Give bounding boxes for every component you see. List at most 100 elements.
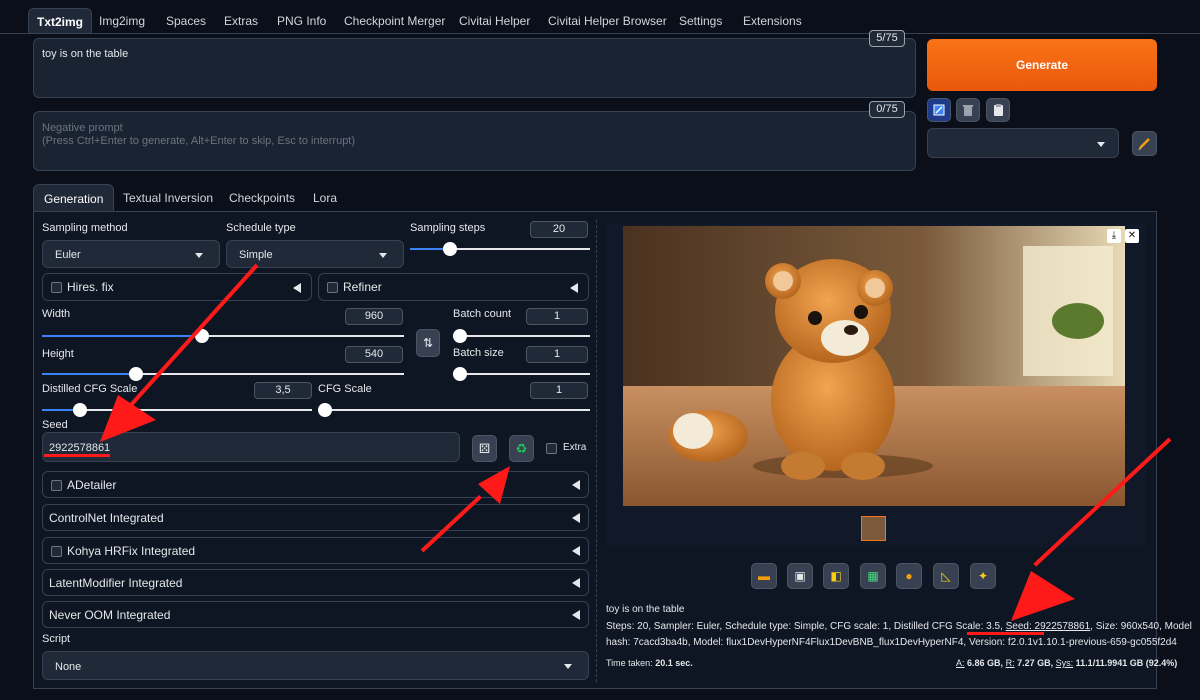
controlnet-label: ControlNet Integrated: [49, 511, 164, 525]
tab-checkpoint-merger[interactable]: Checkpoint Merger: [344, 8, 445, 34]
tab-civitai-helper[interactable]: Civitai Helper: [459, 8, 530, 34]
paste-button[interactable]: [986, 98, 1010, 122]
triangle-ruler-icon: ◺: [941, 569, 951, 583]
swap-dimensions-button[interactable]: ⇅: [416, 329, 440, 357]
sampling-method-value: Euler: [55, 249, 81, 261]
generate-button[interactable]: Generate: [927, 39, 1157, 91]
tab-img2img[interactable]: Img2img: [99, 8, 145, 34]
chevron-down-icon: [195, 253, 203, 258]
distilled-cfg-input[interactable]: 3,5: [254, 382, 312, 399]
refiner-checkbox[interactable]: [327, 282, 338, 293]
subtab-generation[interactable]: Generation: [33, 184, 115, 212]
clear-prompt-button[interactable]: [956, 98, 980, 122]
collapse-arrow-icon: [572, 513, 580, 523]
archive-icon: ◧: [830, 569, 842, 583]
cfg-scale-input[interactable]: 1: [530, 382, 588, 399]
slider-thumb[interactable]: [129, 367, 143, 381]
pencil-square-icon: [933, 104, 945, 116]
batch-count-input[interactable]: 1: [526, 308, 588, 325]
tab-settings[interactable]: Settings: [679, 8, 722, 34]
batch-size-input[interactable]: 1: [526, 346, 588, 363]
script-dropdown[interactable]: None: [42, 651, 589, 680]
send-to-inpaint-button[interactable]: ●: [896, 563, 922, 589]
cfg-scale-slider[interactable]: [318, 403, 590, 417]
distilled-cfg-slider[interactable]: [42, 403, 312, 417]
subtab-lora[interactable]: Lora: [313, 184, 337, 212]
kohya-hrfix-accordion[interactable]: Kohya HRFix Integrated: [42, 537, 589, 564]
batch-count-slider[interactable]: [453, 329, 590, 343]
subtab-textual-inversion[interactable]: Textual Inversion: [123, 184, 213, 212]
kohya-hrfix-label: Kohya HRFix Integrated: [67, 544, 196, 558]
tab-extras[interactable]: Extras: [224, 8, 258, 34]
gallery-thumbnail[interactable]: [861, 516, 886, 541]
height-input[interactable]: 540: [345, 346, 403, 363]
batch-size-label: Batch size: [453, 347, 504, 359]
panel-divider: [596, 220, 597, 682]
pencil-icon: [1138, 138, 1150, 150]
slider-thumb[interactable]: [318, 403, 332, 417]
tab-txt2img[interactable]: Txt2img: [28, 8, 93, 34]
open-folder-button[interactable]: ▬: [751, 563, 777, 589]
send-to-extras-button[interactable]: ◺: [933, 563, 959, 589]
hires-fix-accordion[interactable]: Hires. fix: [42, 273, 312, 301]
prompt-token-counter: 5/75: [869, 30, 905, 47]
styles-dropdown[interactable]: [927, 128, 1119, 158]
sampling-steps-slider[interactable]: [410, 242, 590, 256]
seed-underline-annotation: [44, 454, 110, 457]
reuse-seed-button[interactable]: ♻: [509, 435, 534, 462]
output-params-line2: hash: 7cacd3ba4b, Model: flux1DevHyperNF…: [606, 637, 1177, 648]
dice-icon: ⚄: [478, 441, 491, 456]
mem-sys-value: 11.1/11.9941 GB (92.4%): [1075, 658, 1178, 668]
cfg-scale-label: CFG Scale: [318, 383, 372, 395]
adetailer-checkbox[interactable]: [51, 480, 62, 491]
send-to-img2img-button[interactable]: ▦: [860, 563, 886, 589]
mem-a-label: A:: [956, 658, 965, 668]
sampling-steps-input[interactable]: 20: [530, 221, 588, 238]
memory-usage: A: 6.86 GB, R: 7.27 GB, Sys: 11.1/11.994…: [956, 658, 1177, 668]
trash-icon: [963, 105, 973, 116]
refiner-accordion[interactable]: Refiner: [318, 273, 589, 301]
extra-seed-label: Extra: [563, 442, 587, 453]
never-oom-accordion[interactable]: Never OOM Integrated: [42, 601, 589, 628]
output-params-line1: Steps: 20, Sampler: Euler, Schedule type…: [606, 621, 1192, 632]
adetailer-label: ADetailer: [67, 478, 117, 492]
output-prompt: toy is on the table: [606, 604, 685, 615]
upscale-button[interactable]: ✦: [970, 563, 996, 589]
download-button[interactable]: ⤓: [1107, 229, 1121, 243]
zip-button[interactable]: ◧: [823, 563, 849, 589]
random-seed-button[interactable]: ⚄: [472, 435, 497, 462]
sampling-method-dropdown[interactable]: Euler: [42, 240, 220, 268]
slider-thumb[interactable]: [72, 403, 87, 417]
tab-civitai-helper-browser[interactable]: Civitai Helper Browser: [548, 8, 667, 34]
width-slider[interactable]: [42, 329, 404, 343]
tab-spaces[interactable]: Spaces: [166, 8, 206, 34]
prompt-textarea[interactable]: toy is on the table: [33, 38, 916, 98]
edit-styles-button[interactable]: [1132, 131, 1157, 156]
close-image-button[interactable]: ✕: [1125, 229, 1139, 243]
slider-thumb[interactable]: [453, 329, 467, 343]
controlnet-accordion[interactable]: ControlNet Integrated: [42, 504, 589, 531]
save-button[interactable]: ▣: [787, 563, 813, 589]
tab-png-info[interactable]: PNG Info: [277, 8, 326, 34]
swap-arrows-icon: ⇅: [422, 336, 434, 350]
edit-icon-button[interactable]: [927, 98, 951, 122]
batch-size-slider[interactable]: [453, 367, 590, 381]
main-tab-bar: Txt2img Img2img Spaces Extras PNG Info C…: [0, 0, 1200, 34]
mem-r-value: 7.27 GB,: [1017, 658, 1054, 668]
generated-image[interactable]: [623, 226, 1125, 506]
hires-fix-checkbox[interactable]: [51, 282, 62, 293]
tab-extensions[interactable]: Extensions: [743, 8, 802, 34]
slider-thumb[interactable]: [453, 367, 467, 381]
schedule-type-dropdown[interactable]: Simple: [226, 240, 404, 268]
width-input[interactable]: 960: [345, 308, 403, 325]
negative-prompt-textarea[interactable]: Negative prompt (Press Ctrl+Enter to gen…: [33, 111, 916, 171]
height-slider[interactable]: [42, 367, 404, 381]
collapse-arrow-icon: [293, 283, 301, 293]
script-value: None: [55, 661, 82, 673]
extra-seed-checkbox[interactable]: [546, 443, 557, 454]
collapse-arrow-icon: [572, 578, 580, 588]
schedule-type-label: Schedule type: [226, 222, 296, 234]
kohya-hrfix-checkbox[interactable]: [51, 546, 62, 557]
subtab-checkpoints[interactable]: Checkpoints: [229, 184, 295, 212]
latentmodifier-accordion[interactable]: LatentModifier Integrated: [42, 569, 589, 596]
